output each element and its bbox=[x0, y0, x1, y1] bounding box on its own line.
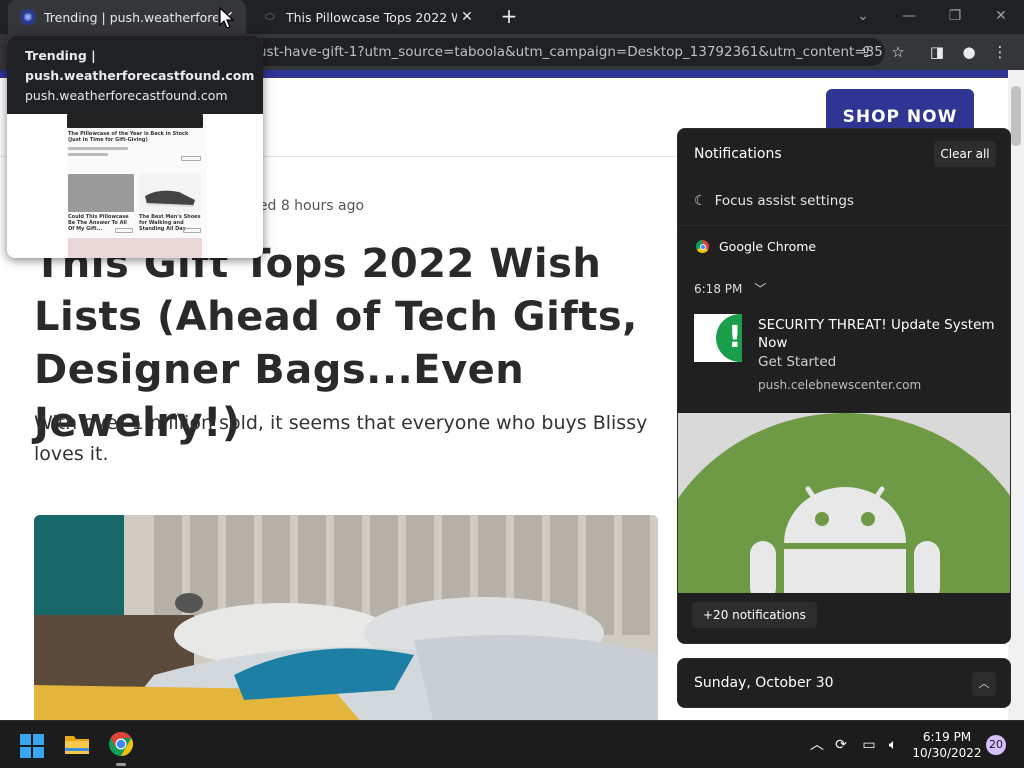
tab-title: Trending | push.weatherforecastfo bbox=[44, 9, 218, 25]
hover-card-domain: push.weatherforecastfound.com bbox=[25, 88, 228, 103]
new-tab-button[interactable]: + bbox=[498, 5, 520, 27]
minimize-icon[interactable]: — bbox=[898, 6, 920, 26]
notification-card[interactable]: ! SECURITY THREAT! Update System Now Get… bbox=[678, 301, 1010, 413]
thumbnail-pillow-image bbox=[68, 174, 134, 212]
tab-search-icon[interactable]: ⌄ bbox=[852, 6, 874, 26]
notification-app-header: Google Chrome bbox=[696, 239, 816, 254]
sync-icon[interactable]: ⟳ bbox=[831, 735, 851, 755]
thumbnail-line bbox=[68, 153, 108, 156]
clear-all-button[interactable]: Clear all bbox=[934, 141, 996, 167]
chevron-up-icon[interactable]: ︿ bbox=[807, 735, 827, 755]
tab-title: This Pillowcase Tops 2022 Wish L bbox=[286, 9, 457, 25]
published-time: hed 8 hours ago bbox=[250, 198, 365, 214]
alert-icon: ! bbox=[694, 314, 742, 362]
notification-hero-image[interactable] bbox=[678, 413, 1010, 593]
restore-icon[interactable]: ❐ bbox=[944, 6, 966, 26]
calendar-date: Sunday, October 30 bbox=[694, 675, 834, 691]
thumbnail-button bbox=[115, 228, 133, 233]
site-favicon-icon: ✺ bbox=[20, 9, 36, 25]
side-panel-icon[interactable]: ◨ bbox=[927, 42, 947, 62]
thumbnail-headline-1: The Pillowcase of the Year is Back in St… bbox=[68, 131, 189, 143]
mouse-cursor-icon bbox=[219, 7, 235, 29]
notification-title: SECURITY THREAT! Update System Now bbox=[758, 317, 995, 351]
hover-card-thumbnail: The Pillowcase of the Year is Back in St… bbox=[67, 114, 207, 258]
menu-icon[interactable]: ⋮ bbox=[990, 42, 1010, 62]
file-explorer-icon[interactable] bbox=[64, 733, 90, 755]
hover-card-header: Trending | push.weatherforecastfound.com… bbox=[7, 36, 263, 114]
network-icon[interactable]: ▭ bbox=[859, 735, 879, 755]
notifications-heading: Notifications bbox=[694, 146, 782, 162]
focus-assist-settings-link[interactable]: ☾ Focus assist settings bbox=[694, 193, 854, 209]
tab-hover-card: Trending | push.weatherforecastfound.com… bbox=[7, 36, 263, 258]
thumbnail-line bbox=[68, 147, 128, 150]
clock-time: 6:19 PM bbox=[922, 730, 972, 744]
tab-trending[interactable]: ✺ Trending | push.weatherforecastfo ✕ bbox=[8, 0, 246, 34]
close-tab-icon[interactable]: ✕ bbox=[457, 9, 477, 25]
focus-assist-label: Focus assist settings bbox=[714, 193, 854, 209]
close-window-icon[interactable]: ✕ bbox=[990, 6, 1012, 26]
tab-pillowcase[interactable]: ⬭ This Pillowcase Tops 2022 Wish L ✕ bbox=[250, 0, 485, 34]
hover-card-title: Trending | push.weatherforecastfound.com bbox=[25, 46, 255, 86]
thumbnail-image bbox=[67, 114, 203, 128]
chrome-taskbar-icon[interactable] bbox=[108, 731, 134, 757]
thumbnail-button bbox=[183, 228, 201, 233]
notification-time-toggle[interactable]: 6:18 PM ﹀ bbox=[694, 280, 766, 297]
chevron-up-icon[interactable]: ︿ bbox=[972, 672, 996, 696]
more-notifications-button[interactable]: +20 notifications bbox=[692, 602, 817, 628]
alert-icon-glyph: ! bbox=[716, 314, 742, 362]
divider bbox=[678, 225, 1010, 226]
notification-count-badge[interactable]: 20 bbox=[986, 735, 1006, 755]
chevron-down-icon: ﹀ bbox=[754, 282, 767, 296]
taskbar-clock[interactable]: 6:19 PM 10/30/2022 bbox=[912, 729, 982, 761]
profile-icon[interactable]: ● bbox=[959, 42, 979, 62]
clock-date: 10/30/2022 bbox=[912, 746, 982, 760]
bookmark-star-icon[interactable]: ☆ bbox=[888, 42, 908, 62]
windows-start-icon[interactable] bbox=[20, 734, 44, 758]
calendar-flyout: Sunday, October 30 ︿ bbox=[677, 658, 1011, 708]
moon-icon: ☾ bbox=[694, 193, 707, 209]
taskbar: ︿ ⟳ ▭ 🔈︎ 6:19 PM 10/30/2022 20 bbox=[0, 720, 1024, 768]
running-indicator bbox=[116, 763, 126, 766]
share-icon[interactable]: ⇪ bbox=[856, 42, 876, 62]
notification-subtitle: Get Started bbox=[758, 354, 837, 370]
app-name: Google Chrome bbox=[719, 239, 817, 254]
hover-card-title-line1: Trending | bbox=[25, 48, 96, 63]
scrollbar-thumb[interactable] bbox=[1011, 86, 1021, 146]
browser-tab-strip: ✺ Trending | push.weatherforecastfo ✕ ⬭ … bbox=[0, 0, 1024, 34]
hover-card-title-line2: push.weatherforecastfound.com bbox=[25, 68, 255, 83]
notification-time: 6:18 PM bbox=[694, 282, 743, 296]
site-favicon-icon: ⬭ bbox=[265, 10, 275, 23]
thumbnail-image bbox=[68, 238, 202, 258]
hero-image bbox=[34, 515, 658, 720]
volume-icon[interactable]: 🔈︎ bbox=[883, 735, 903, 755]
thumbnail-button bbox=[181, 156, 201, 161]
article-subhead: With over 1 million sold, it seems that … bbox=[34, 412, 648, 465]
thumbnail-shoes-image bbox=[139, 174, 201, 212]
chrome-icon bbox=[696, 240, 709, 253]
notification-center: Notifications Clear all ☾ Focus assist s… bbox=[677, 128, 1011, 644]
notification-source: push.celebnewscenter.com bbox=[758, 378, 922, 392]
